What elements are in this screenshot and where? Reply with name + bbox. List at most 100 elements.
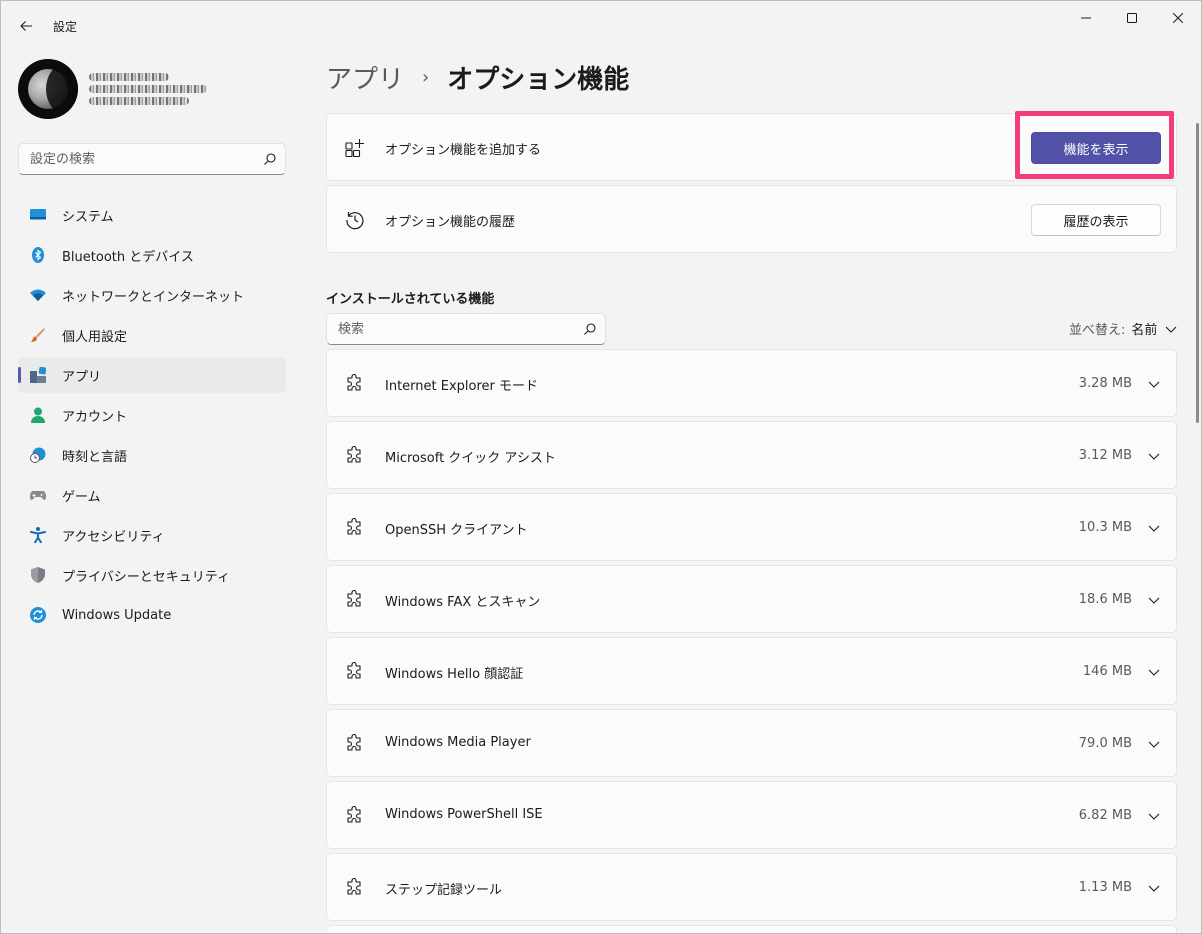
feature-row-openssh[interactable]: OpenSSH クライアント 10.3 MB [326,493,1177,561]
sidebar-item-label: プライバシーとセキュリティ [62,569,230,585]
close-button[interactable] [1155,1,1201,35]
sidebar-item-label: ゲーム [62,489,101,505]
scrollbar-thumb[interactable] [1196,123,1199,423]
bluetooth-icon [32,247,44,263]
sidebar-item-system[interactable]: システム [18,197,286,233]
feature-search-box[interactable] [326,313,606,345]
settings-search-box[interactable] [18,143,286,175]
sidebar-item-label: システム [62,209,114,225]
feature-row-steps-recorder[interactable]: ステップ記録ツール 1.13 MB [326,853,1177,921]
feature-name: OpenSSH クライアント [385,523,528,538]
chevron-down-icon[interactable] [1148,378,1160,390]
sidebar-item-label: Windows Update [62,607,172,623]
chevron-down-icon[interactable] [1148,738,1160,750]
sidebar-item-windows-update[interactable]: Windows Update [18,597,286,633]
breadcrumb-parent[interactable]: アプリ [326,59,404,96]
close-icon [1173,13,1183,23]
settings-search-input[interactable] [30,144,250,174]
sidebar-item-time-language[interactable]: 時刻と言語 [18,437,286,473]
minimize-icon [1081,17,1091,19]
sidebar-item-network[interactable]: ネットワークとインターネット [18,277,286,313]
gamepad-icon [30,491,46,500]
chevron-down-icon[interactable] [1148,594,1160,606]
sidebar-item-personalization[interactable]: 個人用設定 [18,317,286,353]
feature-name: Windows PowerShell ISE [385,807,543,822]
blur-line [89,85,207,93]
globe-clock-icon [30,447,46,463]
person-icon [31,407,45,423]
active-indicator [18,367,21,383]
feature-name: Internet Explorer モード [385,379,539,394]
back-arrow-icon [20,21,32,31]
sidebar-item-label: 個人用設定 [62,329,128,345]
feature-row-ie-mode[interactable]: Internet Explorer モード 3.28 MB [326,349,1177,417]
puzzle-icon [347,662,361,679]
sidebar-item-accessibility[interactable]: アクセシビリティ [18,517,286,553]
puzzle-icon [347,734,361,751]
feature-search-input[interactable] [338,314,558,344]
feature-row-powershell-ise[interactable]: Windows PowerShell ISE 6.82 MB [326,781,1177,849]
minimize-button[interactable] [1063,1,1109,35]
sidebar-item-privacy-security[interactable]: プライバシーとセキュリティ [18,557,286,593]
chevron-down-icon[interactable] [1148,882,1160,894]
chevron-down-icon[interactable] [1148,666,1160,678]
breadcrumb: アプリ › オプション機能 [326,59,629,95]
puzzle-icon [347,590,361,607]
feature-row-partial[interactable] [326,925,1177,933]
monitor-icon [30,209,46,220]
highlight-annotation [1015,111,1174,179]
feature-row-media-player[interactable]: Windows Media Player 79.0 MB [326,709,1177,777]
feature-size: 1.13 MB [1078,880,1132,895]
sort-dropdown[interactable]: 並べ替え: 名前 [1069,319,1177,338]
feature-name: Windows FAX とスキャン [385,595,541,610]
page-title: オプション機能 [447,64,630,95]
search-icon[interactable] [263,152,277,166]
sort-value: 名前 [1131,323,1158,338]
puzzle-icon [347,446,361,463]
search-icon[interactable] [583,322,597,336]
puzzle-icon [347,518,361,535]
app-title: 設定 [53,20,78,34]
sidebar-item-bluetooth[interactable]: Bluetooth とデバイス [18,237,286,273]
sort-label: 並べ替え: [1069,323,1126,338]
sidebar-item-label: 時刻と言語 [62,449,128,465]
feature-size: 18.6 MB [1078,592,1132,607]
feature-size: 79.0 MB [1078,736,1132,751]
back-button[interactable] [11,11,41,41]
moon-shadow [46,65,78,113]
chevron-down-icon[interactable] [1148,810,1160,822]
feature-size: 6.82 MB [1078,808,1132,823]
chevron-down-icon[interactable] [1148,522,1160,534]
history-icon [346,212,364,230]
sidebar-nav: システム Bluetooth とデバイス ネットワークとインターネット 個人用設… [18,197,286,637]
blur-line [89,97,189,105]
puzzle-icon [347,806,361,823]
avatar[interactable] [18,59,78,119]
feature-row-hello-face[interactable]: Windows Hello 顔認証 146 MB [326,637,1177,705]
chevron-down-icon[interactable] [1148,450,1160,462]
feature-name: Microsoft クイック アシスト [385,451,556,466]
settings-window: 設定 システム Bluetooth とデバイス [0,0,1202,934]
history-label: オプション機能の履歴 [385,215,516,230]
add-grid-icon [345,139,364,158]
blur-line [89,73,169,81]
sidebar-item-gaming[interactable]: ゲーム [18,477,286,513]
sidebar-item-label: アクセシビリティ [62,529,165,545]
feature-size: 10.3 MB [1078,520,1132,535]
sidebar-item-accounts[interactable]: アカウント [18,397,286,433]
feature-history-card: オプション機能の履歴 履歴の表示 [326,185,1177,253]
maximize-icon [1127,13,1137,23]
maximize-button[interactable] [1109,1,1155,35]
chevron-down-icon [1166,326,1177,333]
feature-name: Windows Hello 顔認証 [385,667,524,682]
user-name-blurred [89,71,209,109]
wifi-icon [30,289,46,301]
puzzle-icon [347,374,361,391]
view-history-button[interactable]: 履歴の表示 [1031,204,1161,236]
sidebar-item-apps[interactable]: アプリ [18,357,286,393]
feature-row-fax-scan[interactable]: Windows FAX とスキャン 18.6 MB [326,565,1177,633]
feature-row-quick-assist[interactable]: Microsoft クイック アシスト 3.12 MB [326,421,1177,489]
add-feature-label: オプション機能を追加する [385,143,542,158]
sidebar-item-label: Bluetooth とデバイス [62,249,194,265]
accessibility-icon [30,527,46,543]
